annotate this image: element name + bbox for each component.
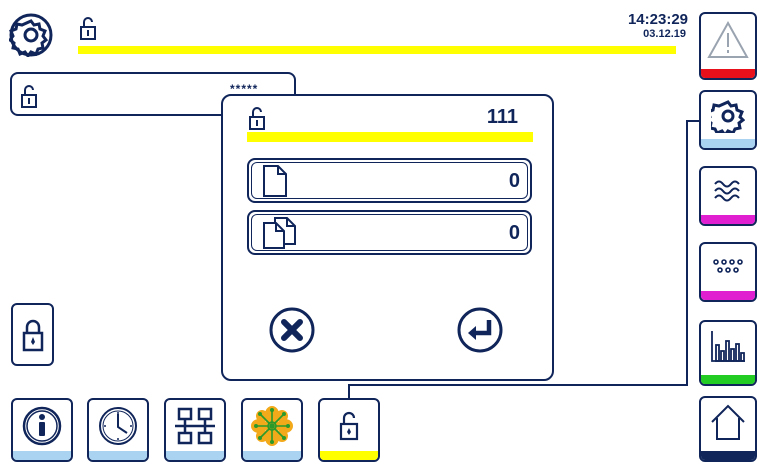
lock-status-strip (320, 451, 378, 460)
dots-status-strip (701, 291, 755, 300)
clock-button[interactable] (87, 398, 149, 462)
settings-button[interactable] (699, 90, 757, 150)
waves-button[interactable] (699, 166, 757, 226)
waves-icon (714, 180, 740, 202)
dots-grid-icon (713, 259, 743, 273)
counter-dialog: 111 0 0 (221, 94, 554, 381)
clock-status-strip (89, 451, 147, 460)
home-button[interactable] (699, 396, 757, 462)
dots-grid-button[interactable] (699, 242, 757, 302)
virus-icon (251, 406, 293, 446)
virus-button[interactable] (241, 398, 303, 462)
single-count-value: 0 (508, 170, 520, 192)
statistics-button[interactable] (699, 320, 757, 386)
network-icon (175, 407, 215, 445)
network-status-strip (166, 451, 224, 460)
dialog-title-value: 111 (486, 106, 518, 128)
multiple-count-field[interactable]: 0 (247, 210, 532, 255)
info-icon (22, 406, 62, 446)
lock-tab-button[interactable] (318, 398, 380, 462)
single-document-icon (263, 165, 287, 197)
connector-line (686, 120, 688, 386)
single-count-field[interactable]: 0 (247, 158, 532, 203)
virus-status-strip (243, 451, 301, 460)
network-button[interactable] (164, 398, 226, 462)
info-status-strip (13, 451, 71, 460)
gear-icon (711, 100, 745, 133)
settings-gear-button[interactable] (9, 13, 53, 57)
multiple-documents-icon (263, 217, 296, 249)
statistics-status-strip (701, 375, 755, 384)
info-button[interactable] (11, 398, 73, 462)
clock-icon (99, 407, 137, 445)
connector-line (686, 120, 699, 122)
confirm-enter-button[interactable] (456, 306, 504, 354)
lock-icon (22, 319, 43, 351)
multiple-count-value: 0 (508, 222, 520, 244)
unlocked-padlock-icon (249, 107, 265, 130)
unlocked-padlock-icon (339, 411, 359, 441)
bar-chart-icon (711, 331, 745, 362)
home-status-strip (701, 451, 755, 460)
lock-button[interactable] (11, 303, 54, 366)
dialog-progress-bar (247, 132, 533, 142)
unlocked-padlock-icon (21, 85, 37, 108)
connector-line (348, 384, 350, 398)
header-progress-bar (78, 46, 676, 54)
cancel-button[interactable] (268, 306, 316, 354)
warning-triangle-icon (707, 20, 749, 58)
clock-date: 03.12.19 (643, 28, 686, 40)
unlocked-padlock-icon (80, 17, 96, 40)
settings-status-strip (701, 139, 755, 148)
alarm-status-strip (701, 69, 755, 78)
waves-status-strip (701, 215, 755, 224)
home-icon (711, 404, 745, 440)
clock-time: 14:23:29 (627, 11, 688, 28)
connector-line (348, 384, 688, 386)
alarm-button[interactable] (699, 12, 757, 80)
